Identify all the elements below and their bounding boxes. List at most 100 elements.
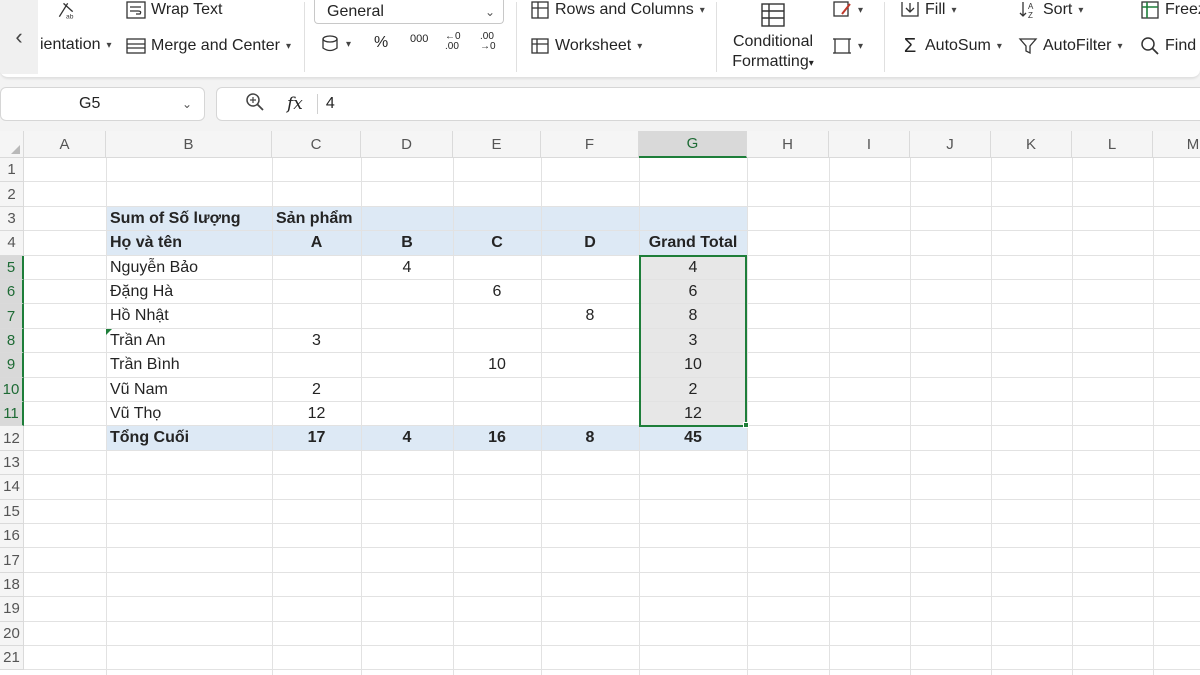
insert-function-icon[interactable]: fx [287, 94, 303, 114]
pivot-footer-total[interactable]: 8 [541, 426, 639, 450]
pivot-row-name[interactable]: Nguyễn Bảo [106, 256, 272, 280]
pivot-value-cell[interactable] [272, 304, 361, 328]
grand-total-cell[interactable]: 2 [639, 378, 747, 402]
pivot-value-cell[interactable] [361, 280, 453, 304]
row-header-14[interactable]: 14 [0, 475, 24, 500]
row-header-5[interactable]: 5 [0, 255, 24, 280]
column-header-j[interactable]: J [910, 131, 991, 158]
pivot-value-cell[interactable] [541, 280, 639, 304]
pivot-value-cell[interactable] [361, 378, 453, 402]
column-header-b[interactable]: B [106, 131, 272, 158]
zoom-magnifier-icon[interactable] [245, 92, 269, 117]
formula-bar[interactable]: fx 4 [216, 87, 1200, 121]
pivot-value-cell[interactable] [272, 353, 361, 377]
pivot-footer-total[interactable]: 4 [361, 426, 453, 450]
autofilter-button[interactable]: AutoFilter ▾ [1018, 36, 1123, 56]
pivot-row-name[interactable]: Đặng Hà [106, 280, 272, 304]
pivot-value-cell[interactable]: 8 [541, 304, 639, 328]
pivot-value-cell[interactable] [541, 378, 639, 402]
worksheet-button[interactable]: Worksheet ▾ [530, 36, 642, 56]
formula-input[interactable]: 4 [326, 95, 335, 113]
pivot-value-cell[interactable]: 6 [453, 280, 541, 304]
pivot-value-cell[interactable] [453, 378, 541, 402]
pivot-footer-grand-total[interactable]: 45 [639, 426, 747, 450]
pivot-row-name[interactable]: Hồ Nhật [106, 304, 272, 328]
conditional-formatting-button[interactable]: Conditional Formatting▾ [728, 0, 818, 74]
column-header-i[interactable]: I [829, 131, 910, 158]
decrease-decimal-button[interactable]: .00 →0 [480, 32, 502, 52]
column-header-h[interactable]: H [747, 131, 829, 158]
error-indicator-icon[interactable] [106, 328, 112, 335]
pivot-row-name[interactable]: Vũ Nam [106, 378, 272, 402]
comma-style-button[interactable]: 000 [410, 33, 428, 45]
row-header-4[interactable]: 4 [0, 231, 24, 256]
merge-center-button[interactable]: Merge and Center ▾ [126, 36, 291, 56]
pivot-row-name[interactable]: Trần Bình [106, 353, 272, 377]
borders-button[interactable]: ▾ [832, 36, 863, 56]
rows-columns-button[interactable]: Rows and Columns ▾ [530, 0, 705, 20]
pivot-row-name[interactable]: Trần An [106, 329, 272, 353]
grand-total-cell[interactable]: 8 [639, 304, 747, 328]
sort-button[interactable]: AZ Sort ▾ [1018, 0, 1083, 20]
pivot-value-cell[interactable] [453, 329, 541, 353]
row-header-11[interactable]: 11 [0, 402, 24, 427]
ribbon-scroll-left-button[interactable]: ‹ [0, 0, 38, 74]
column-header-l[interactable]: L [1072, 131, 1153, 158]
wrap-text-button[interactable]: Wrap Text [126, 0, 222, 20]
row-header-17[interactable]: 17 [0, 548, 24, 573]
pivot-value-cell[interactable] [541, 329, 639, 353]
pivot-value-cell[interactable]: 2 [272, 378, 361, 402]
column-header-f[interactable]: F [541, 131, 639, 158]
row-header-10[interactable]: 10 [0, 377, 24, 402]
increase-decimal-button[interactable]: ←0 .00 [445, 32, 465, 52]
grand-total-cell[interactable]: 3 [639, 329, 747, 353]
column-header-k[interactable]: K [991, 131, 1072, 158]
pivot-footer-total[interactable]: 16 [453, 426, 541, 450]
pivot-value-cell[interactable] [272, 256, 361, 280]
chevron-down-icon[interactable]: ⌄ [182, 97, 192, 111]
pivot-product-header[interactable]: D [541, 231, 639, 255]
fill-button[interactable]: Fill ▾ [900, 0, 956, 20]
pivot-value-cell[interactable]: 12 [272, 402, 361, 426]
orientation-button[interactable]: ientation ▾ [40, 36, 112, 54]
autosum-button[interactable]: Σ AutoSum ▾ [900, 35, 1002, 57]
row-header-6[interactable]: 6 [0, 280, 24, 305]
grand-total-header[interactable]: Grand Total [639, 231, 747, 255]
row-header-2[interactable]: 2 [0, 182, 24, 207]
row-header-12[interactable]: 12 [0, 426, 24, 451]
column-header-d[interactable]: D [361, 131, 453, 158]
pivot-product-header[interactable]: A [272, 231, 361, 255]
pivot-product-header[interactable]: B [361, 231, 453, 255]
row-header-1[interactable]: 1 [0, 158, 24, 183]
row-header-19[interactable]: 19 [0, 597, 24, 622]
pivot-value-cell[interactable]: 3 [272, 329, 361, 353]
worksheet-grid[interactable]: A B C D E F G H I J K L M 1 2 3 4 5 6 7 8 9 10 11 12 13 14 15 16 17 18… [0, 131, 1200, 675]
cell-styles-button[interactable]: ▾ [832, 0, 863, 20]
pivot-value-cell[interactable] [541, 402, 639, 426]
pivot-value-cell[interactable] [453, 304, 541, 328]
pivot-row-name[interactable]: Vũ Thọ [106, 402, 272, 426]
percent-style-button[interactable]: % [374, 34, 388, 52]
pivot-column-field[interactable]: Sản phẩm [272, 207, 361, 231]
row-header-7[interactable]: 7 [0, 304, 24, 329]
row-header-20[interactable]: 20 [0, 621, 24, 646]
accounting-format-button[interactable]: ▾ [320, 34, 351, 54]
row-header-8[interactable]: 8 [0, 328, 24, 354]
row-header-15[interactable]: 15 [0, 499, 24, 524]
pivot-value-cell[interactable] [361, 353, 453, 377]
pivot-footer-total[interactable]: 17 [272, 426, 361, 450]
orientation-icon-button[interactable]: ab [56, 0, 76, 20]
pivot-value-cell[interactable] [361, 402, 453, 426]
pivot-value-cell[interactable] [541, 353, 639, 377]
row-header-18[interactable]: 18 [0, 572, 24, 598]
pivot-value-cell[interactable] [541, 256, 639, 280]
row-header-13[interactable]: 13 [0, 450, 24, 476]
pivot-footer-label[interactable]: Tổng Cuối [106, 426, 272, 450]
find-button[interactable]: Find [1140, 36, 1196, 56]
pivot-value-cell[interactable] [453, 256, 541, 280]
name-box[interactable]: G5 ⌄ [0, 87, 205, 121]
select-all-button[interactable] [0, 131, 24, 158]
pivot-product-header[interactable]: C [453, 231, 541, 255]
row-header-9[interactable]: 9 [0, 353, 24, 378]
column-header-a[interactable]: A [24, 131, 106, 158]
